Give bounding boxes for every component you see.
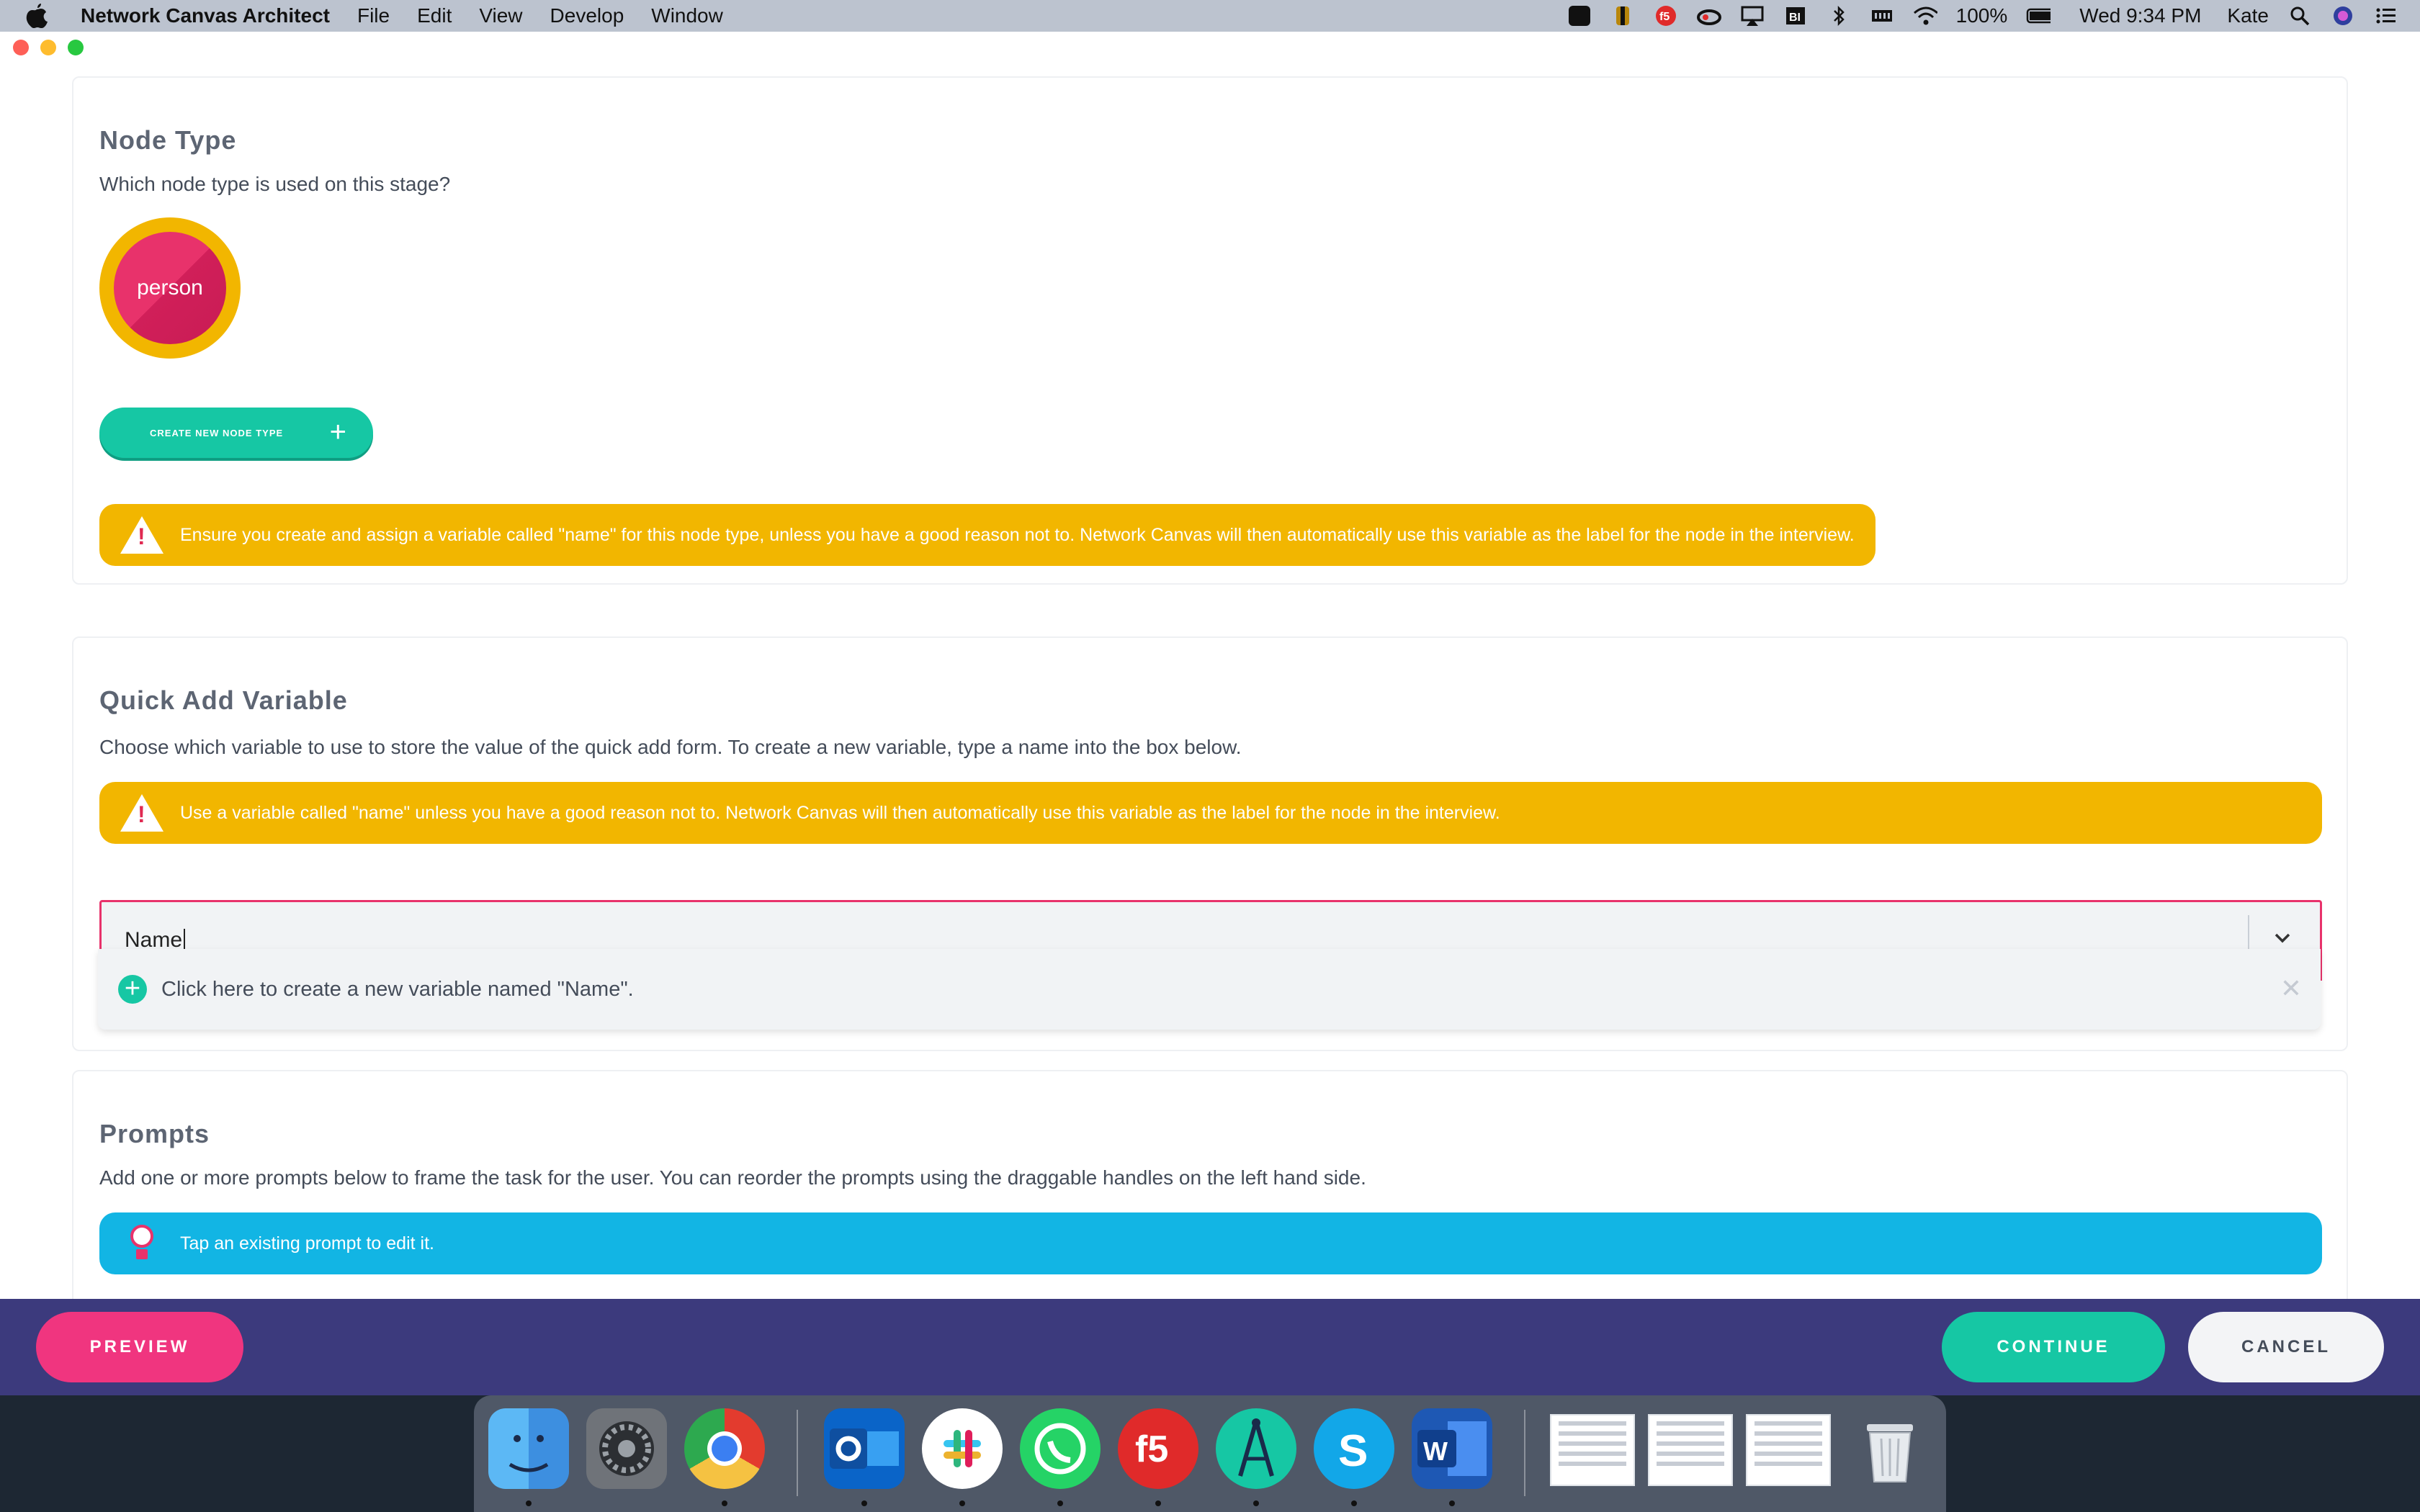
close-icon[interactable]: ✕ <box>2280 973 2302 1004</box>
file-menu[interactable]: File <box>357 4 390 27</box>
finder-icon[interactable] <box>488 1408 569 1489</box>
document-thumbnail-2[interactable] <box>1648 1414 1733 1486</box>
finder-running-dot <box>526 1500 532 1506</box>
word-icon[interactable]: W <box>1412 1408 1492 1489</box>
prompts-description: Add one or more prompts below to frame t… <box>99 1166 1366 1189</box>
skype-icon[interactable]: S <box>1314 1408 1394 1489</box>
view-menu[interactable]: View <box>479 4 522 27</box>
svg-text:f5: f5 <box>1659 11 1670 23</box>
quick-add-warning: ! Use a variable called "name" unless yo… <box>99 782 2322 844</box>
battery-icon[interactable] <box>2026 5 2051 27</box>
prompts-title: Prompts <box>99 1119 210 1148</box>
zoom-window-button[interactable] <box>68 40 84 55</box>
memory-icon[interactable] <box>1870 5 1894 27</box>
apple-menu-icon[interactable] <box>26 4 55 28</box>
system-preferences-icon[interactable] <box>586 1408 667 1489</box>
network-canvas-architect-icon[interactable] <box>1216 1408 1296 1489</box>
quick-add-warning-text: Use a variable called "name" unless you … <box>180 802 1500 823</box>
document-thumbnail-1[interactable] <box>1550 1414 1635 1486</box>
trash-icon[interactable] <box>1850 1408 1930 1489</box>
svg-text:f5: f5 <box>1135 1428 1168 1470</box>
search-icon[interactable] <box>2287 5 2312 27</box>
node-type-description: Which node type is used on this stage? <box>99 173 451 195</box>
list-icon[interactable] <box>2374 5 2398 27</box>
svg-text:W: W <box>1423 1436 1448 1466</box>
architect-running-dot <box>1253 1500 1259 1506</box>
slack-running-dot <box>959 1500 965 1506</box>
node-type-title: Node Type <box>99 125 237 155</box>
lightbulb-icon <box>120 1223 164 1264</box>
window-titlebar <box>0 32 2420 63</box>
f5-icon[interactable]: f5 <box>1654 5 1678 27</box>
f5-running-dot <box>1155 1500 1161 1506</box>
plus-icon: + <box>329 416 347 448</box>
create-variable-option[interactable]: Click here to create a new variable name… <box>161 978 634 1002</box>
node-type-warning: ! Ensure you create and assign a variabl… <box>99 504 1876 566</box>
word-running-dot <box>1449 1500 1455 1506</box>
warning-icon: ! <box>120 793 164 833</box>
checkmark-shield-icon[interactable] <box>1567 5 1592 27</box>
slack-icon[interactable] <box>922 1408 1003 1489</box>
minimize-window-button[interactable] <box>40 40 56 55</box>
warning-icon: ! <box>120 515 164 555</box>
outlook-running-dot <box>861 1500 867 1506</box>
node-type-warning-text: Ensure you create and assign a variable … <box>180 524 1855 545</box>
clock[interactable]: Wed 9:34 PM <box>2079 4 2201 27</box>
chrome-running-dot <box>722 1500 727 1506</box>
user-menu[interactable]: Kate <box>2227 4 2269 27</box>
preview-button[interactable]: PREVIEW <box>36 1312 243 1382</box>
bi-icon[interactable]: BI <box>1783 5 1808 27</box>
edit-menu[interactable]: Edit <box>417 4 452 27</box>
dock: f5 S W <box>474 1395 1946 1512</box>
create-new-node-type-button[interactable]: CREATE NEW NODE TYPE + <box>99 408 373 458</box>
menu-bar: Network Canvas Architect File Edit View … <box>0 0 2420 32</box>
siri-icon[interactable] <box>2331 5 2355 27</box>
dock-separator <box>1524 1410 1525 1496</box>
app-window: Node Type Which node type is used on thi… <box>0 32 2420 1395</box>
wifi-icon[interactable] <box>1913 5 1937 27</box>
document-thumbnail-3[interactable] <box>1746 1414 1831 1486</box>
node-label: person <box>114 232 226 344</box>
chrome-icon[interactable] <box>684 1408 765 1489</box>
quick-add-title: Quick Add Variable <box>99 685 348 715</box>
outlook-icon[interactable] <box>824 1408 905 1489</box>
f5-dock-icon[interactable]: f5 <box>1118 1408 1198 1489</box>
node-type-card: Node Type Which node type is used on thi… <box>72 76 2348 585</box>
creative-cloud-icon[interactable] <box>1696 5 1721 27</box>
cancel-button[interactable]: CANCEL <box>2188 1312 2384 1382</box>
control-bar: PREVIEW CONTINUE CANCEL <box>0 1299 2420 1395</box>
prompts-info: Tap an existing prompt to edit it. <box>99 1212 2322 1274</box>
battery-percent: 100% <box>1955 4 2008 27</box>
dock-separator <box>797 1410 798 1496</box>
close-window-button[interactable] <box>13 40 29 55</box>
variable-dropdown-menu: + Click here to create a new variable na… <box>98 949 2321 1030</box>
develop-menu[interactable]: Develop <box>550 4 624 27</box>
whatsapp-icon[interactable] <box>1020 1408 1101 1489</box>
node-type-person[interactable]: person <box>99 217 241 359</box>
window-menu[interactable]: Window <box>651 4 723 27</box>
chevron-down-icon[interactable] <box>2268 924 2297 953</box>
whatsapp-running-dot <box>1057 1500 1063 1506</box>
create-new-node-type-label: CREATE NEW NODE TYPE <box>150 427 284 438</box>
skype-running-dot <box>1351 1500 1357 1506</box>
vpn-icon[interactable] <box>1610 5 1635 27</box>
svg-text:BI: BI <box>1789 12 1801 24</box>
svg-text:S: S <box>1338 1426 1368 1476</box>
prompts-info-text: Tap an existing prompt to edit it. <box>180 1233 434 1254</box>
add-icon[interactable]: + <box>118 975 147 1004</box>
airplay-icon[interactable] <box>1740 5 1765 27</box>
app-name-menu[interactable]: Network Canvas Architect <box>81 4 330 27</box>
bluetooth-icon[interactable] <box>1827 5 1851 27</box>
continue-button[interactable]: CONTINUE <box>1942 1312 2165 1382</box>
quick-add-description: Choose which variable to use to store th… <box>99 736 1242 758</box>
